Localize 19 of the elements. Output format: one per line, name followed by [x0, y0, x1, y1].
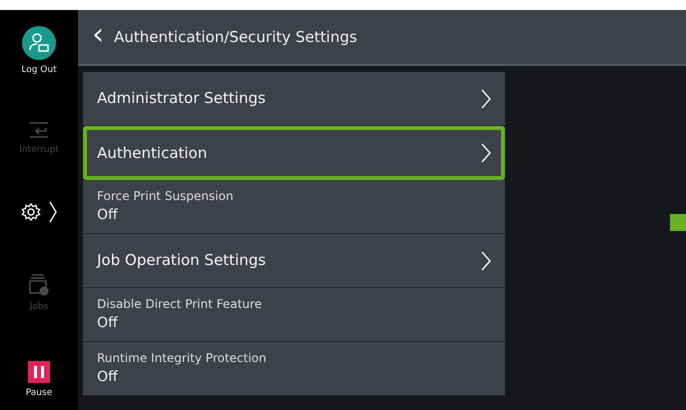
chevron-icon [481, 143, 491, 163]
page-title: Authentication/Security Settings [114, 26, 358, 48]
interrupt-icon [28, 120, 50, 140]
settings-item[interactable]: Force Print Suspension Off [83, 180, 505, 234]
logout-button[interactable]: Log Out [4, 26, 74, 78]
chevron-icon [481, 88, 491, 108]
settings-item[interactable]: Disable Direct Print Feature Off [83, 288, 505, 342]
settings-item[interactable]: Administrator Settings [83, 72, 505, 126]
chevron-icon [481, 250, 491, 270]
jobs-icon [28, 273, 50, 297]
pause-button[interactable]: Pause [4, 360, 74, 400]
back-button[interactable]: ‹ [78, 20, 114, 54]
chevron-icon [49, 201, 57, 223]
gear-icon [21, 202, 41, 222]
user-icon [22, 26, 56, 60]
settings-item[interactable]: Authentication [83, 126, 505, 180]
settings-item[interactable]: Runtime Integrity Protection Off [83, 342, 505, 396]
pause-icon [28, 360, 50, 382]
settings-item[interactable]: Job Operation Settings [83, 234, 505, 288]
